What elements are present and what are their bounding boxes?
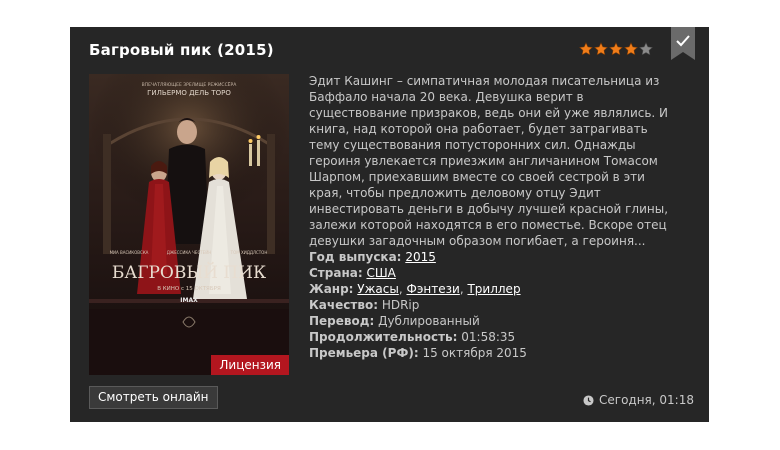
meta-country: Страна: США bbox=[309, 265, 527, 281]
license-badge: Лицензия bbox=[211, 355, 289, 375]
bookmark-check-icon[interactable] bbox=[671, 27, 695, 60]
star-empty-icon[interactable] bbox=[639, 42, 653, 56]
premiere-value: 15 октября 2015 bbox=[422, 346, 527, 360]
star-icon[interactable] bbox=[579, 42, 593, 56]
meta-year: Год выпуска: 2015 bbox=[309, 249, 527, 265]
genre-link-horror[interactable]: Ужасы bbox=[357, 282, 399, 296]
publish-date-text: Сегодня, 01:18 bbox=[599, 393, 694, 407]
year-label: Год выпуска: bbox=[309, 250, 402, 264]
meta-premiere: Премьера (РФ): 15 октября 2015 bbox=[309, 345, 527, 361]
poster-actor-2: ДЖЕССИКА ЧЕСТЕЙН bbox=[167, 250, 211, 255]
poster-actor-3: ТОМ ХИДДЛСТОН bbox=[230, 250, 268, 255]
movie-description: Эдит Кашинг – симпатичная молодая писате… bbox=[309, 74, 669, 248]
year-link[interactable]: 2015 bbox=[405, 250, 436, 264]
quality-label: Качество: bbox=[309, 298, 378, 312]
genre-separator: , bbox=[398, 282, 407, 296]
movie-card: Багровый пик (2015) ВПЕЧАТЛЯЮЩЕЕ ЗРЕЛИЩЕ… bbox=[70, 27, 709, 422]
movie-title[interactable]: Багровый пик (2015) bbox=[89, 41, 274, 59]
poster-image: ВПЕЧАТЛЯЮЩЕЕ ЗРЕЛИЩЕ РЕЖИССЁРА ГИЛЬЕРМО … bbox=[89, 74, 289, 375]
genre-label: Жанр: bbox=[309, 282, 354, 296]
translation-value: Дублированный bbox=[378, 314, 480, 328]
meta-genre: Жанр: Ужасы, Фэнтези, Триллер bbox=[309, 281, 527, 297]
country-link[interactable]: США bbox=[366, 266, 395, 280]
poster-imax: IMAX bbox=[180, 297, 198, 304]
star-icon[interactable] bbox=[594, 42, 608, 56]
meta-quality: Качество: HDRip bbox=[309, 297, 527, 313]
poster-tagline: ВПЕЧАТЛЯЮЩЕЕ ЗРЕЛИЩЕ РЕЖИССЁРА bbox=[142, 81, 238, 88]
movie-poster[interactable]: ВПЕЧАТЛЯЮЩЕЕ ЗРЕЛИЩЕ РЕЖИССЁРА ГИЛЬЕРМО … bbox=[89, 74, 289, 375]
rating-stars[interactable] bbox=[579, 42, 653, 56]
meta-translation: Перевод: Дублированный bbox=[309, 313, 527, 329]
duration-label: Продолжительность: bbox=[309, 330, 458, 344]
watch-online-button[interactable]: Смотреть онлайн bbox=[89, 386, 218, 409]
poster-release: В КИНО с 15 ОКТЯБРЯ bbox=[157, 286, 221, 292]
premiere-label: Премьера (РФ): bbox=[309, 346, 419, 360]
movie-meta: Год выпуска: 2015 Страна: США Жанр: Ужас… bbox=[309, 249, 527, 361]
translation-label: Перевод: bbox=[309, 314, 375, 328]
star-icon[interactable] bbox=[624, 42, 638, 56]
genre-link-fantasy[interactable]: Фэнтези bbox=[407, 282, 460, 296]
country-label: Страна: bbox=[309, 266, 363, 280]
quality-value: HDRip bbox=[381, 298, 420, 312]
poster-actor-1: МИА ВАСИКОВСКА bbox=[110, 250, 149, 255]
poster-director: ГИЛЬЕРМО ДЕЛЬ ТОРО bbox=[147, 89, 231, 97]
poster-film-title: БАГРОВЫЙ ПИК bbox=[112, 262, 266, 283]
meta-duration: Продолжительность: 01:58:35 bbox=[309, 329, 527, 345]
publish-date: Сегодня, 01:18 bbox=[583, 393, 694, 407]
genre-link-thriller[interactable]: Триллер bbox=[467, 282, 520, 296]
duration-value: 01:58:35 bbox=[461, 330, 516, 344]
star-icon[interactable] bbox=[609, 42, 623, 56]
clock-icon bbox=[583, 394, 594, 406]
